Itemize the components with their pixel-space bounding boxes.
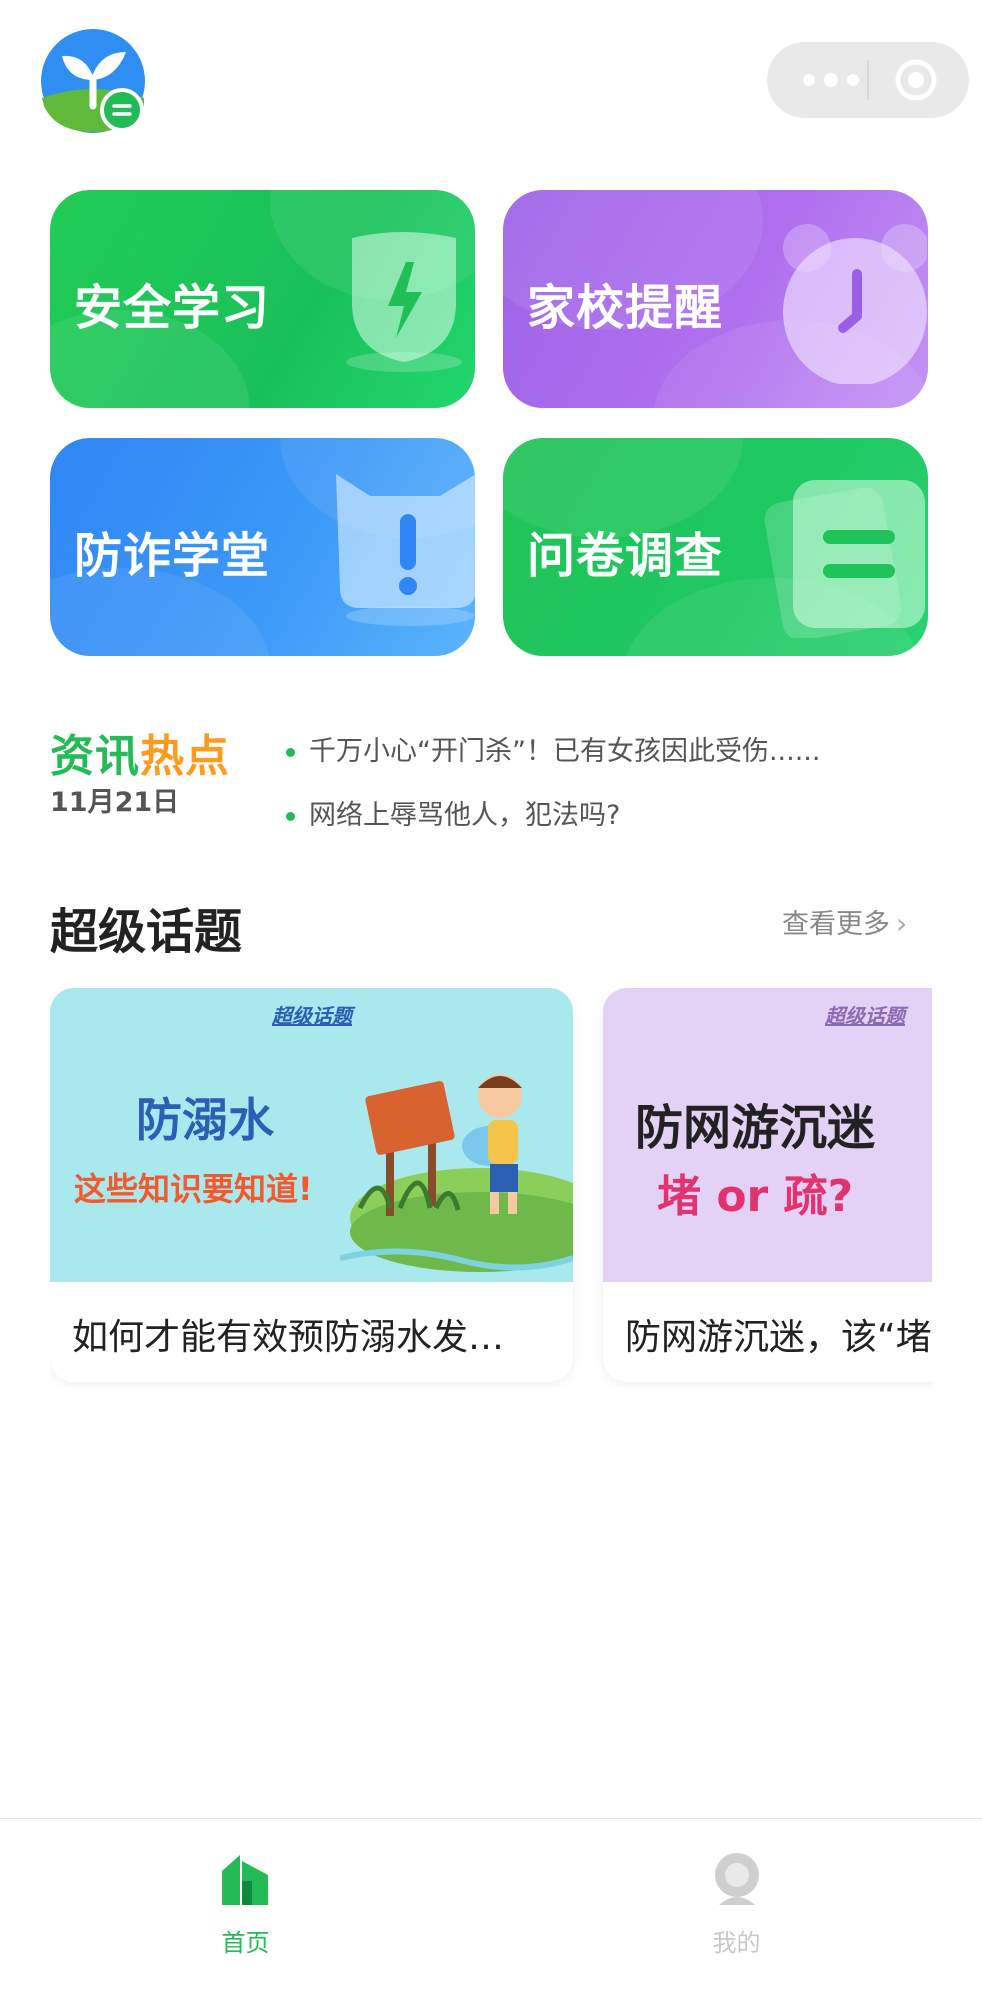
alarm-clock-icon [777, 214, 928, 388]
topic-card-carousel[interactable]: 超级话题 防溺水 这些知识要知道! 如何才能有效预防溺水发… 超级话题 防网游沉… [50, 988, 932, 1388]
topic-card-image: 超级话题 防溺水 这些知识要知道! [50, 988, 573, 1282]
super-topics-title: 超级话题 [50, 904, 243, 960]
tile-label: 防诈学堂 [74, 528, 271, 584]
app-logo-icon [40, 28, 146, 134]
home-icon [220, 1851, 272, 1907]
tab-profile[interactable]: 我的 [491, 1819, 982, 2001]
chevron-right-icon: › [896, 907, 908, 940]
view-more-label: 查看更多 [782, 909, 890, 940]
news-item[interactable]: 千万小心“开门杀”！已有女孩因此受伤...... [286, 729, 820, 768]
topic-card[interactable]: 超级话题 防网游沉迷 堵 or 疏? 防网游沉迷，该“堵 [603, 988, 932, 1382]
banner-tag: 超级话题 [825, 1004, 905, 1028]
news-title-part1: 资讯 [50, 731, 140, 782]
news-item-text: 千万小心“开门杀”！已有女孩因此受伤...... [309, 736, 821, 767]
banner-headline: 防溺水 [136, 1093, 274, 1147]
topic-card-caption: 防网游沉迷，该“堵 [625, 1317, 932, 1358]
banner-headline: 防网游沉迷 [635, 1100, 876, 1156]
tab-home[interactable]: 首页 [0, 1819, 491, 2001]
news-title-part2: 热点 [140, 731, 230, 782]
miniprogram-capsule [767, 42, 969, 118]
tile-safety-learning[interactable]: 安全学习 [50, 190, 475, 408]
tile-questionnaire[interactable]: 问卷调查 [503, 438, 928, 656]
news-item-text: 网络上辱骂他人，犯法吗? [309, 800, 621, 831]
bullet-dot-icon [286, 812, 295, 821]
banner-subline: 这些知识要知道! [74, 1170, 313, 1208]
topic-card-caption: 如何才能有效预防溺水发… [72, 1317, 505, 1358]
tile-home-school-reminder[interactable]: 家校提醒 [503, 190, 928, 408]
tab-label: 首页 [221, 1929, 270, 1957]
banner-subline: 堵 or 疏? [657, 1171, 854, 1222]
tile-label: 安全学习 [74, 280, 271, 336]
news-item[interactable]: 网络上辱骂他人，犯法吗? [286, 793, 620, 832]
tile-label: 问卷调查 [527, 528, 724, 584]
capsule-divider [867, 60, 869, 100]
topic-card[interactable]: 超级话题 防溺水 这些知识要知道! 如何才能有效预防溺水发… [50, 988, 573, 1382]
target-icon[interactable] [894, 58, 938, 102]
shield-bolt-icon [338, 226, 464, 380]
tile-anti-fraud-school[interactable]: 防诈学堂 [50, 438, 475, 656]
tile-label: 家校提醒 [527, 280, 724, 336]
bottom-tab-bar: 首页 我的 [0, 1818, 982, 2001]
news-section-title: 资讯热点 [50, 720, 230, 784]
view-more-link[interactable]: 查看更多 › [782, 902, 907, 941]
bullet-dot-icon [286, 748, 295, 757]
topic-card-image: 超级话题 防网游沉迷 堵 or 疏? [603, 988, 932, 1282]
island-boy-illustration [339, 1048, 573, 1286]
tab-label: 我的 [712, 1929, 761, 1957]
alert-bubble-icon [330, 468, 475, 632]
survey-form-icon [763, 458, 928, 642]
news-date: 11月21日 [50, 787, 180, 818]
profile-icon [711, 1851, 763, 1907]
banner-tag: 超级话题 [272, 1004, 352, 1028]
more-dots-icon[interactable] [799, 69, 863, 91]
